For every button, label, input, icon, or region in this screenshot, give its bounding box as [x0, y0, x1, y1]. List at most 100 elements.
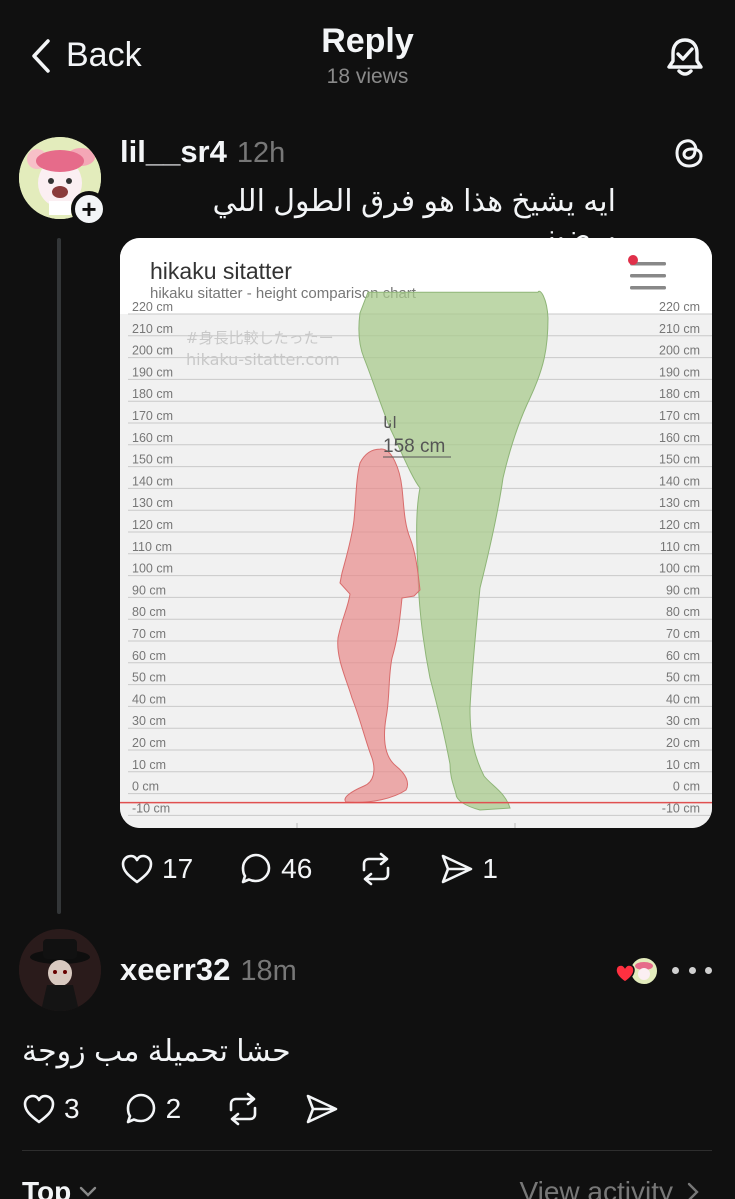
reply-like-button[interactable]: 3	[22, 1093, 80, 1125]
reply-repost-button[interactable]	[225, 1092, 261, 1126]
post-time: 12h	[236, 137, 286, 169]
post-actions: 17 46 1	[120, 852, 498, 886]
page-title: Reply	[321, 22, 414, 60]
y-tick-label: 60 cm	[666, 649, 700, 663]
heart-icon	[121, 854, 153, 884]
height-chart: hikaku sitatter hikaku sitatter - height…	[120, 238, 712, 828]
send-icon	[442, 854, 473, 884]
reply-username[interactable]: xeerr32	[120, 952, 230, 988]
notification-bell-icon[interactable]	[665, 36, 705, 78]
author-username[interactable]: lil__sr4	[120, 134, 227, 170]
like-button[interactable]: 17	[120, 853, 193, 885]
y-tick-label: -10 cm	[132, 801, 170, 815]
y-tick-label: 70 cm	[132, 627, 166, 641]
view-activity-link[interactable]: View activity	[519, 1176, 699, 1199]
y-tick-label: 0 cm	[132, 780, 159, 794]
thread-line	[57, 238, 61, 914]
y-tick-label: 170 cm	[132, 409, 173, 423]
y-tick-label: 50 cm	[132, 671, 166, 685]
send-icon	[306, 1094, 338, 1124]
y-tick-label: 110 cm	[132, 540, 172, 554]
reply-comment-button[interactable]: 2	[124, 1092, 182, 1126]
more-options-button[interactable]	[672, 955, 712, 985]
figure-height-label: 158 cm	[383, 436, 445, 457]
repost-icon	[229, 1092, 257, 1126]
repost-button[interactable]	[358, 852, 394, 886]
reply-time: 18m	[240, 955, 297, 987]
follow-plus-button[interactable]: +	[71, 191, 107, 227]
heart-icon	[23, 1094, 55, 1124]
y-tick-label: 10 cm	[132, 758, 166, 772]
chart-watermark: #身長比較したったー	[186, 329, 334, 347]
chart-title: hikaku sitatter	[150, 258, 292, 284]
dot	[688, 966, 696, 974]
y-tick-label: 150 cm	[659, 453, 700, 467]
y-tick-label: 20 cm	[132, 736, 166, 750]
sort-label: Top	[22, 1176, 72, 1199]
share-button[interactable]: 1	[440, 853, 498, 885]
view-activity-label: View activity	[519, 1176, 673, 1199]
sort-dropdown[interactable]: Top	[22, 1176, 97, 1199]
y-tick-label: 190 cm	[659, 365, 700, 379]
chevron-right-icon	[687, 1182, 699, 1199]
y-tick-label: 120 cm	[132, 518, 173, 532]
chevron-down-icon	[80, 1186, 97, 1197]
y-tick-label: 150 cm	[132, 453, 173, 467]
reply-header: xeerr32 18m	[120, 952, 297, 988]
y-tick-label: 110 cm	[660, 540, 700, 554]
y-tick-label: 70 cm	[666, 627, 700, 641]
y-tick-label: -10 cm	[662, 801, 700, 815]
reply-share-button[interactable]	[305, 1093, 339, 1125]
y-tick-label: 220 cm	[132, 300, 173, 314]
share-count: 1	[482, 853, 498, 884]
top-bar: Back Reply 18 views	[0, 0, 735, 110]
threads-logo-icon	[675, 139, 703, 168]
comment-icon	[126, 1093, 155, 1124]
comment-count: 46	[281, 853, 313, 884]
figure-name-label: انا	[383, 413, 397, 432]
comment-button[interactable]: 46	[239, 852, 312, 886]
like-count: 17	[162, 853, 194, 884]
y-tick-label: 40 cm	[132, 692, 166, 706]
y-tick-label: 220 cm	[659, 300, 700, 314]
y-tick-label: 180 cm	[132, 387, 173, 401]
reply-actions: 3 2	[22, 1092, 339, 1126]
repost-icon	[363, 852, 390, 886]
y-tick-label: 80 cm	[666, 605, 700, 619]
y-tick-label: 50 cm	[666, 671, 700, 685]
chart-watermark-url: hikaku-sitatter.com	[186, 350, 340, 369]
divider	[22, 1150, 712, 1151]
reply-like-count: 3	[64, 1093, 80, 1124]
reply-comment-count: 2	[165, 1093, 182, 1124]
y-tick-label: 130 cm	[659, 496, 700, 510]
y-tick-label: 160 cm	[132, 431, 173, 445]
y-tick-label: 210 cm	[659, 322, 700, 336]
y-tick-label: 40 cm	[666, 692, 700, 706]
y-tick-label: 200 cm	[132, 344, 173, 358]
view-count: 18 views	[326, 65, 409, 88]
avatar-image	[19, 929, 101, 1011]
liked-by-avatars[interactable]	[614, 954, 660, 988]
y-tick-label: 90 cm	[132, 583, 166, 597]
y-tick-label: 30 cm	[666, 714, 700, 728]
y-tick-label: 180 cm	[659, 387, 700, 401]
post-header: lil__sr4 12h	[120, 134, 285, 170]
dot	[672, 966, 679, 974]
y-tick-label: 20 cm	[666, 736, 700, 750]
reply-text: حشا تحميلة مب زوجة	[22, 1035, 291, 1068]
y-tick-label: 30 cm	[132, 714, 166, 728]
reply-author-avatar[interactable]	[19, 929, 101, 1011]
y-tick-label: 170 cm	[659, 409, 700, 423]
title-block: Reply 18 views	[0, 22, 735, 89]
y-tick-label: 100 cm	[132, 562, 173, 576]
y-tick-label: 80 cm	[132, 605, 166, 619]
y-tick-label: 140 cm	[659, 474, 700, 488]
y-tick-label: 130 cm	[132, 496, 173, 510]
y-tick-label: 60 cm	[132, 649, 166, 663]
height-chart-card[interactable]: hikaku sitatter hikaku sitatter - height…	[120, 238, 712, 828]
y-tick-label: 120 cm	[659, 518, 700, 532]
y-tick-label: 160 cm	[659, 431, 700, 445]
y-tick-label: 10 cm	[666, 758, 700, 772]
y-tick-label: 140 cm	[132, 474, 173, 488]
y-tick-label: 210 cm	[132, 322, 173, 336]
